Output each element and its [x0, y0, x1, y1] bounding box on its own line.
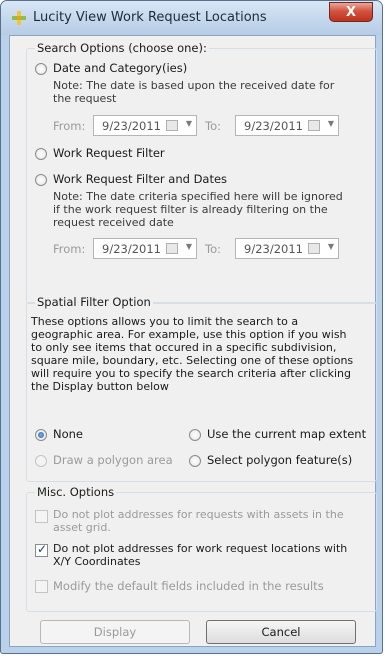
chevron-down-icon: ▼: [185, 119, 192, 128]
no-plot-xy-checkbox[interactable]: [35, 542, 48, 557]
no-plot-assets-checkbox[interactable]: [35, 510, 48, 523]
cancel-button[interactable]: Cancel: [206, 620, 356, 644]
from-date-picker-2[interactable]: 9/23/2011 ▼: [93, 238, 197, 259]
map-extent-label[interactable]: Use the current map extent: [207, 427, 366, 441]
chevron-down-icon: ▼: [185, 242, 192, 251]
modify-fields-label[interactable]: Modify the default fields included in th…: [53, 579, 324, 593]
chevron-down-icon: ▼: [327, 242, 334, 251]
dialog-window: Lucity View Work Request Locations X Sea…: [0, 0, 383, 654]
calendar-icon: [308, 120, 320, 131]
wr-filter-radio[interactable]: [35, 148, 47, 160]
from-date-value-2: 9/23/2011: [102, 242, 161, 256]
wr-filter-dates-radio[interactable]: [35, 174, 47, 186]
calendar-icon: [308, 243, 320, 254]
misc-options-legend: Misc. Options: [35, 485, 117, 499]
polygon-feature-radio[interactable]: [189, 455, 201, 467]
from-date-picker-1[interactable]: 9/23/2011 ▼: [93, 115, 197, 136]
to-date-value-1: 9/23/2011: [244, 119, 303, 133]
title-bar[interactable]: Lucity View Work Request Locations X: [1, 1, 382, 35]
to-date-value-2: 9/23/2011: [244, 242, 303, 256]
to-date-picker-1[interactable]: 9/23/2011 ▼: [235, 115, 339, 136]
search-options-legend: Search Options (choose one):: [35, 41, 209, 55]
date-category-radio[interactable]: [35, 63, 47, 75]
spatial-filter-legend: Spatial Filter Option: [35, 295, 153, 309]
to-label-2: To:: [205, 242, 221, 256]
polygon-feature-label[interactable]: Select polygon feature(s): [207, 453, 352, 467]
misc-options-group: Misc. Options Do not plot addresses for …: [26, 485, 377, 612]
dialog-body: Search Options (choose one): Date and Ca…: [9, 35, 377, 647]
no-plot-assets-label[interactable]: Do not plot addresses for requests with …: [53, 508, 353, 534]
wr-filter-dates-label[interactable]: Work Request Filter and Dates: [53, 172, 227, 186]
to-label-1: To:: [205, 119, 221, 133]
modify-fields-checkbox[interactable]: [35, 580, 48, 593]
display-button[interactable]: Display: [40, 620, 190, 644]
plus-cross-icon: [12, 11, 26, 25]
map-extent-radio[interactable]: [189, 429, 201, 441]
chevron-down-icon: ▼: [327, 119, 334, 128]
to-date-picker-2[interactable]: 9/23/2011 ▼: [235, 238, 339, 259]
wr-filter-dates-note: Note: The date criteria specified here w…: [53, 190, 343, 229]
search-options-group: Search Options (choose one): Date and Ca…: [26, 41, 377, 304]
wr-filter-label[interactable]: Work Request Filter: [53, 146, 165, 160]
polygon-area-radio[interactable]: [35, 455, 47, 467]
spatial-none-label[interactable]: None: [53, 427, 83, 441]
from-label-2: From:: [53, 242, 86, 256]
spatial-none-radio[interactable]: [35, 429, 47, 441]
close-button[interactable]: X: [329, 2, 373, 22]
polygon-area-label[interactable]: Draw a polygon area: [53, 453, 173, 467]
no-plot-xy-label[interactable]: Do not plot addresses for work request l…: [53, 542, 353, 568]
date-category-label[interactable]: Date and Category(ies): [53, 61, 187, 75]
from-label-1: From:: [53, 119, 86, 133]
spatial-filter-group: Spatial Filter Option These options allo…: [26, 295, 377, 482]
from-date-value-1: 9/23/2011: [102, 119, 161, 133]
calendar-icon: [166, 120, 178, 131]
calendar-icon: [166, 243, 178, 254]
window-title: Lucity View Work Request Locations: [33, 10, 267, 25]
date-category-note: Note: The date is based upon the receive…: [53, 79, 335, 105]
spatial-filter-description: These options allows you to limit the se…: [31, 315, 354, 393]
